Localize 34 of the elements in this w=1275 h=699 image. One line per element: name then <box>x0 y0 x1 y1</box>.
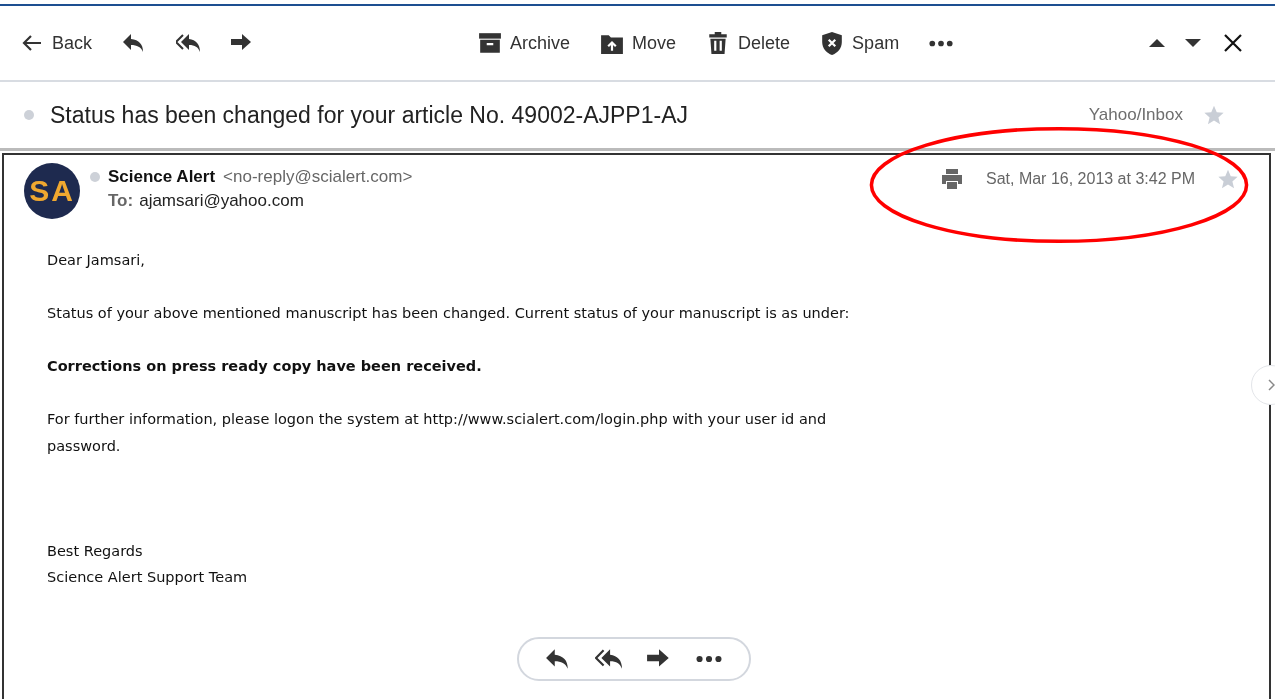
to-label: To: <box>108 191 134 211</box>
spam-icon <box>820 31 845 55</box>
body-paragraph: For further information, please logon the system at http://www.scialert.com/login.php with your user id and password. <box>47 410 828 456</box>
archive-button[interactable]: Archive <box>478 31 571 55</box>
delete-button[interactable]: Delete <box>706 31 791 55</box>
more-icon <box>695 655 722 663</box>
body-paragraph: Corrections on press ready copy have been received. <box>47 357 483 376</box>
signature-line: Best Regards <box>47 542 144 561</box>
spam-button[interactable]: Spam <box>820 31 900 55</box>
folder-label: Yahoo/Inbox <box>1088 105 1183 125</box>
email-subject: Status has been changed for your article No. 49002-AJPP1-AJ <box>50 101 688 129</box>
star-icon[interactable] <box>1217 168 1239 190</box>
more-button[interactable] <box>929 39 954 47</box>
down-triangle-icon <box>1185 39 1201 47</box>
back-button[interactable]: Back <box>20 31 93 55</box>
sender-name: Science Alert <box>108 167 216 187</box>
sender-avatar: SA <box>24 163 80 219</box>
print-icon[interactable] <box>940 167 964 191</box>
body-paragraph: Status of your above mentioned manuscript has been changed. Current status of your manuscript is as under: <box>47 304 851 323</box>
recipient-email: ajamsari@yahoo.com <box>139 191 304 211</box>
previous-button[interactable] <box>1149 39 1165 47</box>
message-date: Sat, Mar 16, 2013 at 3:42 PM <box>986 170 1195 188</box>
star-icon[interactable] <box>1203 104 1225 126</box>
more-icon <box>929 39 954 47</box>
unread-dot <box>24 110 34 120</box>
signature-line: Science Alert Support Team <box>47 568 249 587</box>
sender-email: <no-reply@scialert.com> <box>223 167 413 187</box>
next-button[interactable] <box>1185 39 1201 47</box>
chevron-icon <box>1267 379 1275 391</box>
up-triangle-icon <box>1149 39 1165 47</box>
archive-icon <box>478 31 503 55</box>
unread-dot <box>90 172 100 182</box>
move-button[interactable]: Move <box>600 31 677 55</box>
body-paragraph: Dear Jamsari, <box>47 251 146 270</box>
